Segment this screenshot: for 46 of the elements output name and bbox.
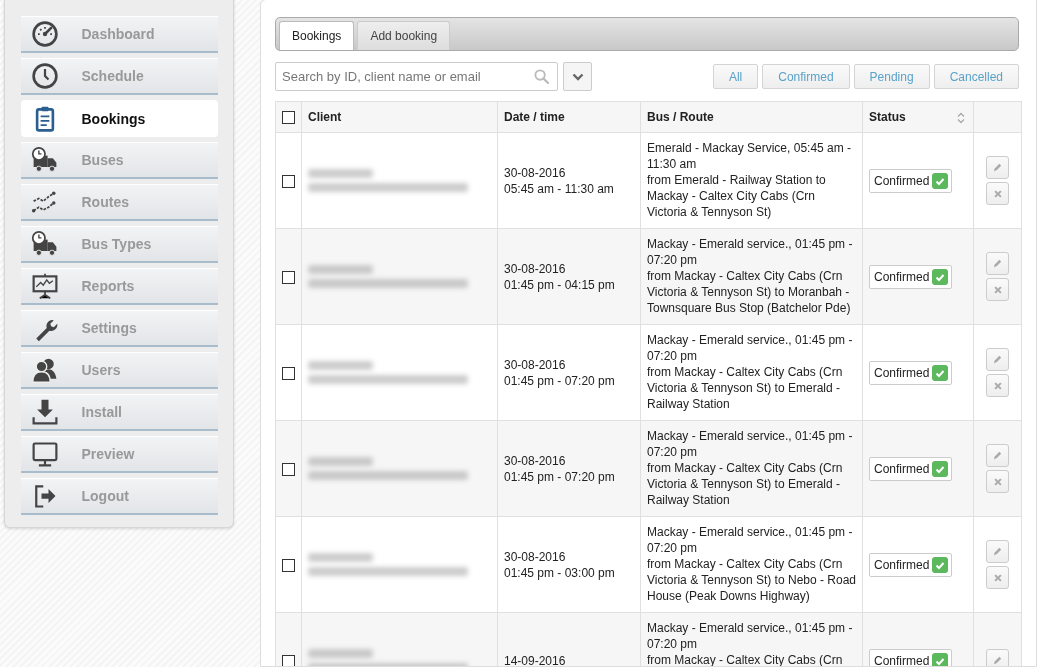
- column-header: Bus / Route: [647, 110, 714, 124]
- booking-date: 14-09-2016: [504, 652, 567, 666]
- booking-time: 01:45 pm - 03:00 pm: [504, 564, 616, 581]
- booking-time: 01:45 pm - 07:20 pm: [504, 468, 616, 485]
- status-label: Confirmed: [874, 461, 930, 476]
- route-detail: from Mackay - Caltex City Cabs (Crn Victoria & Tennyson St) to Nebo - Road House (Peak Downs Highway): [647, 556, 856, 604]
- status-label: Confirmed: [874, 269, 930, 284]
- sidebar-item[interactable]: Bookings: [20, 100, 218, 137]
- tab[interactable]: Bookings: [279, 21, 355, 50]
- sidebar-item[interactable]: Install: [20, 394, 218, 431]
- sidebar-item[interactable]: Buses: [20, 142, 218, 179]
- tab[interactable]: Add booking: [357, 21, 451, 50]
- status-label: Confirmed: [874, 173, 930, 188]
- filter-button[interactable]: Confirmed: [762, 64, 850, 89]
- status-label: Confirmed: [874, 365, 930, 380]
- sidebar-item[interactable]: Settings: [20, 310, 218, 347]
- sidebar-item[interactable]: Preview: [20, 436, 218, 473]
- status-label: Confirmed: [874, 557, 930, 572]
- sidebar-item[interactable]: Dashboard: [20, 16, 218, 53]
- sidebar-item[interactable]: Logout: [20, 478, 218, 515]
- column-header: Status: [869, 110, 906, 124]
- booking-date: 30-08-2016: [504, 452, 567, 469]
- search-field[interactable]: Search by ID, client name or email: [275, 62, 558, 91]
- sidebar-item[interactable]: Schedule: [20, 58, 218, 95]
- sidebar-item[interactable]: Reports: [20, 268, 218, 305]
- route-detail: from Mackay - Caltex City Cabs (Crn Victoria & Tennyson St) to Moranbah - Townsquare Bus Stop (Batchelor Pde): [647, 268, 852, 316]
- route-detail: from Mackay - Caltex City Cabs (Crn: [647, 652, 844, 666]
- filter-button[interactable]: Cancelled: [933, 64, 1019, 89]
- status-label: Confirmed: [874, 653, 930, 666]
- sidebar-item[interactable]: Users: [20, 352, 218, 389]
- column-header: Date / time: [504, 110, 565, 124]
- route-detail: from Emerald - Railway Station to Mackay - Caltex City Cabs (Crn Victoria & Tennyson St): [647, 172, 827, 220]
- sidebar-item[interactable]: Bus Types: [20, 226, 218, 263]
- filter-button[interactable]: All: [712, 64, 759, 89]
- booking-date: 30-08-2016: [504, 548, 567, 565]
- route-detail: from Mackay - Caltex City Cabs (Crn Victoria & Tennyson St) to Emerald - Railway Station: [647, 364, 844, 412]
- booking-date: 30-08-2016: [504, 356, 567, 373]
- filter-button[interactable]: Pending: [853, 64, 930, 89]
- booking-time: 01:45 pm - 07:20 pm: [504, 372, 616, 389]
- sidebar-item[interactable]: Routes: [20, 184, 218, 221]
- booking-time: 01:45 pm - 04:15 pm: [504, 276, 616, 293]
- route-detail: from Mackay - Caltex City Cabs (Crn Victoria & Tennyson St) to Emerald - Railway Station: [647, 460, 844, 508]
- column-header: Client: [308, 110, 342, 124]
- booking-date: 30-08-2016: [504, 164, 567, 181]
- booking-date: 30-08-2016: [504, 260, 567, 277]
- booking-time: 05:45 am - 11:30 am: [504, 180, 615, 197]
